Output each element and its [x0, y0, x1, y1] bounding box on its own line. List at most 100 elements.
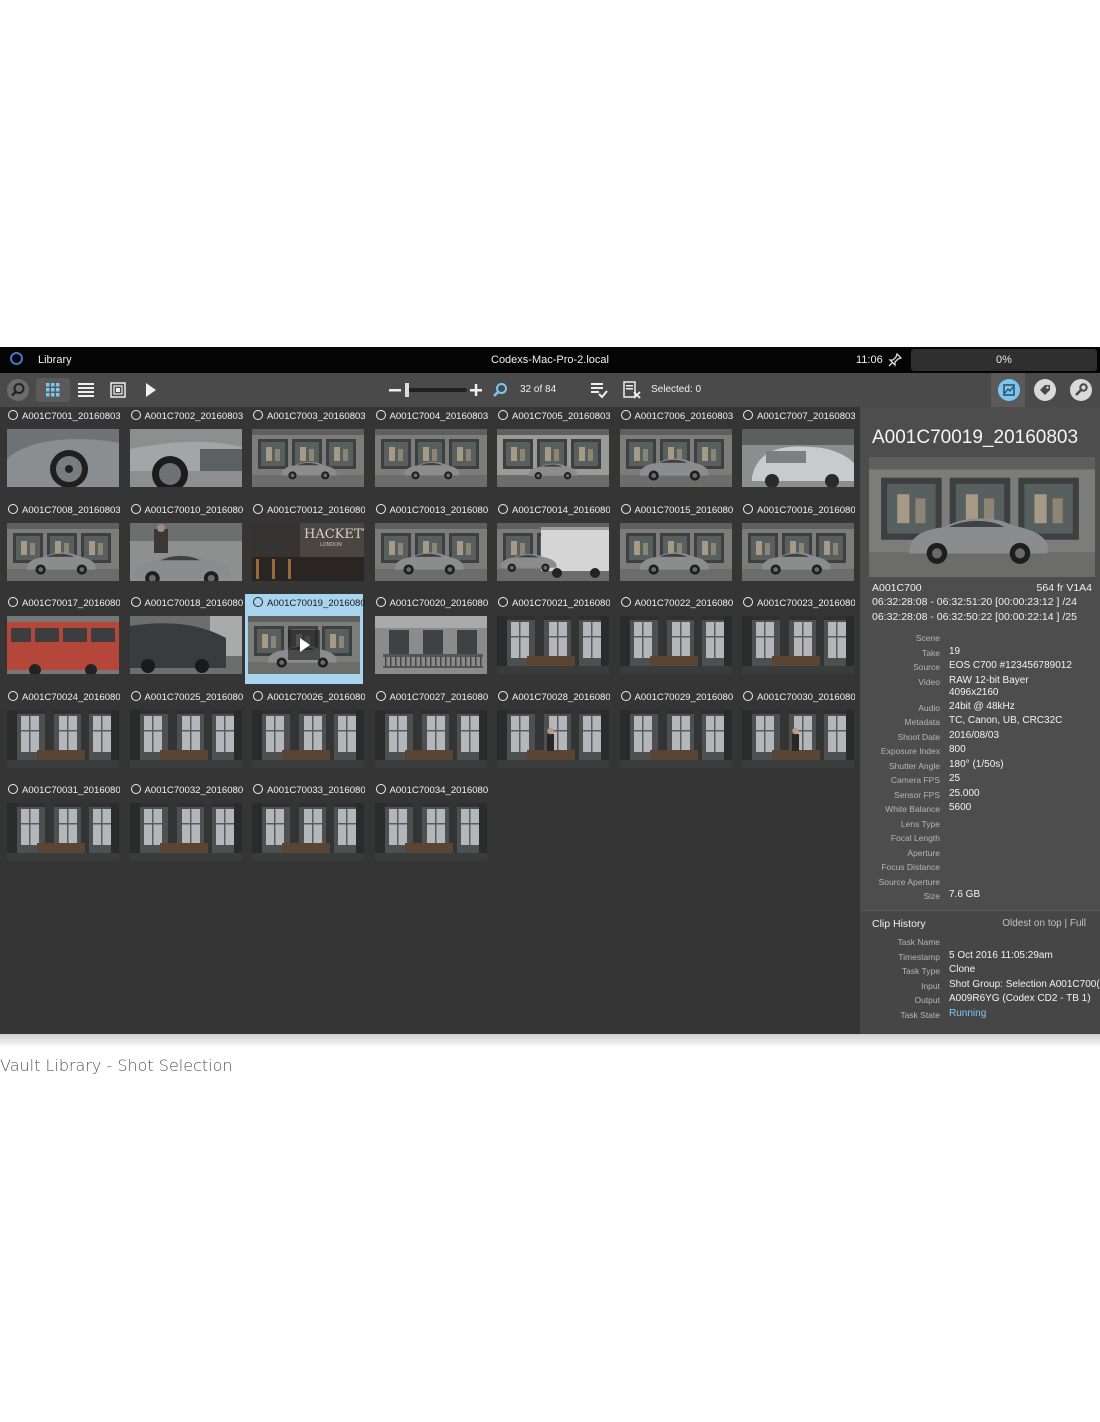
- clip-tile[interactable]: A001C70030_20160803: [735, 688, 855, 778]
- clip-thumbnail[interactable]: [248, 616, 360, 674]
- clip-thumbnail[interactable]: [7, 522, 119, 581]
- zoom-slider[interactable]: [405, 383, 467, 397]
- clip-thumbnail[interactable]: [619, 616, 732, 674]
- clip-thumbnail[interactable]: [7, 616, 119, 674]
- list-view-icon[interactable]: [78, 383, 94, 397]
- clip-tile[interactable]: A001C7005_20160803: [490, 407, 610, 497]
- clip-thumbnail[interactable]: [129, 709, 242, 768]
- clip-thumbnail[interactable]: [619, 429, 732, 487]
- clip-thumbnail[interactable]: HACKETTLONDON: [252, 522, 364, 581]
- clip-thumbnail[interactable]: [619, 709, 732, 768]
- clip-tile[interactable]: A001C70032_20160803: [123, 781, 243, 871]
- clip-thumbnail[interactable]: [7, 803, 119, 861]
- clip-select-radio[interactable]: [8, 597, 18, 607]
- clip-tile[interactable]: A001C70027_20160803: [368, 688, 488, 778]
- clip-tile[interactable]: A001C70031_20160803: [0, 781, 120, 871]
- clip-select-radio[interactable]: [8, 503, 18, 514]
- find-icon[interactable]: [492, 382, 508, 398]
- clip-select-radio[interactable]: [743, 690, 753, 701]
- clip-select-radio[interactable]: [375, 690, 386, 701]
- clip-tile[interactable]: A001C70014_20160803: [490, 501, 610, 591]
- clip-tile[interactable]: A001C70024_20160803: [0, 688, 120, 778]
- clip-tile[interactable]: A001C70013_20160803: [368, 501, 488, 591]
- clip-select-radio[interactable]: [375, 503, 386, 514]
- clear-selection-icon[interactable]: [623, 381, 641, 399]
- clip-tile[interactable]: A001C70033_20160803: [245, 781, 365, 871]
- clip-thumbnail[interactable]: [742, 522, 854, 581]
- clip-select-radio[interactable]: [130, 597, 141, 607]
- clip-select-radio[interactable]: [498, 410, 508, 420]
- play-overlay-icon[interactable]: [288, 630, 320, 660]
- clip-thumbnail[interactable]: [374, 616, 487, 674]
- clip-thumbnail[interactable]: [129, 429, 242, 487]
- clip-tile[interactable]: A001C70023_20160803: [735, 594, 855, 684]
- tag-icon[interactable]: [1033, 378, 1057, 402]
- clip-tile[interactable]: A001C70018_20160803: [123, 594, 243, 684]
- clip-select-radio[interactable]: [8, 690, 18, 701]
- clip-thumbnail[interactable]: [129, 803, 242, 861]
- clip-select-radio[interactable]: [743, 597, 753, 607]
- history-sort-options[interactable]: Oldest on top | Full: [1002, 918, 1086, 929]
- info-button[interactable]: [991, 373, 1025, 407]
- clip-select-radio[interactable]: [743, 503, 753, 514]
- clip-thumbnail[interactable]: [742, 709, 854, 768]
- clip-select-radio[interactable]: [620, 503, 631, 514]
- clip-tile[interactable]: A001C70015_20160803: [613, 501, 733, 591]
- clip-thumbnail[interactable]: [619, 522, 732, 581]
- clip-tile[interactable]: A001C7002_20160803: [123, 407, 243, 497]
- clip-select-radio[interactable]: [375, 597, 386, 607]
- clip-select-radio[interactable]: [8, 784, 18, 794]
- zoom-slider-thumb[interactable]: [405, 383, 409, 397]
- wrench-icon[interactable]: [1069, 378, 1093, 402]
- clip-thumbnail[interactable]: [129, 616, 242, 674]
- clip-thumbnail[interactable]: [497, 709, 609, 768]
- clip-select-radio[interactable]: [253, 784, 263, 794]
- clip-thumbnail[interactable]: [374, 709, 487, 768]
- clip-select-radio[interactable]: [498, 503, 508, 514]
- clip-tile[interactable]: A001C7001_20160803: [0, 407, 120, 497]
- clip-select-radio[interactable]: [130, 784, 141, 794]
- grid-view-button[interactable]: [36, 378, 70, 402]
- clip-preview[interactable]: [869, 457, 1095, 577]
- clip-tile[interactable]: A001C70025_20160803: [123, 688, 243, 778]
- clip-select-radio[interactable]: [253, 503, 263, 514]
- clip-thumbnail[interactable]: [252, 429, 364, 487]
- clip-tile[interactable]: A001C7006_20160803: [613, 407, 733, 497]
- clip-select-radio[interactable]: [130, 690, 141, 701]
- clip-thumbnail[interactable]: [374, 429, 487, 487]
- clip-select-radio[interactable]: [743, 410, 753, 420]
- clip-tile[interactable]: A001C70034_20160803: [368, 781, 488, 871]
- clip-select-radio[interactable]: [253, 410, 263, 420]
- clip-thumbnail[interactable]: [7, 429, 119, 487]
- clip-select-radio[interactable]: [253, 597, 263, 607]
- clip-tile[interactable]: A001C70026_20160803: [245, 688, 365, 778]
- clip-tile[interactable]: A001C7004_20160803: [368, 407, 488, 497]
- search-icon[interactable]: [6, 378, 30, 402]
- clip-select-radio[interactable]: [375, 784, 386, 794]
- clip-select-radio[interactable]: [620, 597, 631, 607]
- clip-tile[interactable]: A001C7003_20160803: [245, 407, 365, 497]
- clip-tile[interactable]: A001C70021_20160803: [490, 594, 610, 684]
- clip-thumbnail[interactable]: [742, 616, 854, 674]
- zoom-in-icon[interactable]: [470, 384, 482, 396]
- clip-select-radio[interactable]: [130, 503, 141, 514]
- clip-thumbnail[interactable]: [497, 522, 609, 581]
- clip-thumbnail[interactable]: [252, 709, 364, 768]
- clip-select-radio[interactable]: [375, 410, 386, 420]
- zoom-out-icon[interactable]: [389, 389, 401, 392]
- clip-tile[interactable]: A001C70019_20160803: [245, 594, 365, 684]
- clip-select-radio[interactable]: [253, 690, 263, 701]
- clip-tile[interactable]: A001C70028_20160803: [490, 688, 610, 778]
- clip-tile[interactable]: A001C70029_20160803: [613, 688, 733, 778]
- clip-thumbnail[interactable]: [374, 522, 487, 581]
- clip-thumbnail[interactable]: [129, 522, 242, 581]
- clip-thumbnail[interactable]: [497, 616, 609, 674]
- clip-select-radio[interactable]: [498, 597, 508, 607]
- clip-thumbnail[interactable]: [7, 709, 119, 768]
- select-all-icon[interactable]: [590, 381, 608, 399]
- clip-select-radio[interactable]: [498, 690, 508, 701]
- clip-tile[interactable]: A001C7007_20160803: [735, 407, 855, 497]
- clip-tile[interactable]: A001C70010_20160803: [123, 501, 243, 591]
- clip-select-radio[interactable]: [130, 410, 141, 420]
- filmstrip-view-icon[interactable]: [110, 382, 126, 398]
